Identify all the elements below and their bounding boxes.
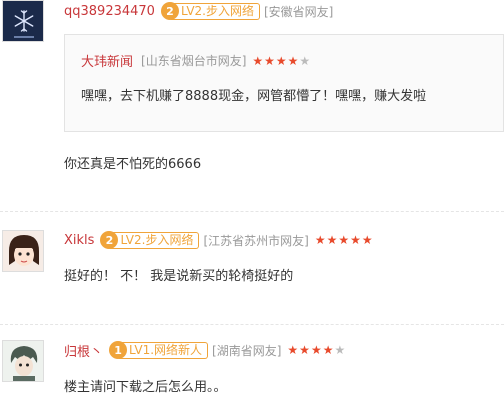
username-link[interactable]: Xikls bbox=[64, 233, 94, 248]
level-label: LV2.步入网络 bbox=[170, 2, 260, 20]
star-empty-icon: ★ bbox=[334, 343, 347, 357]
star-empty-icon: ★ bbox=[299, 53, 312, 68]
location-label: [湖南省网友] bbox=[212, 343, 282, 358]
level-badge: 1 LV1.网络新人 bbox=[109, 341, 209, 359]
rating-stars: ★★★★★ bbox=[315, 233, 374, 247]
quoted-comment: 大玮新闻 [山东省烟台市网友] ★★★★★ 嘿嘿，去下机赚了8888现金，网管都… bbox=[64, 34, 504, 132]
comment-divider bbox=[0, 211, 504, 212]
location-label: [安徽省网友] bbox=[263, 4, 334, 19]
comment-text: 挺好的！ 不！ 我是说新买的轮椅挺好的 bbox=[64, 269, 294, 284]
username-link[interactable]: qq389234470 bbox=[64, 4, 155, 19]
star-icon: ★★★★★ bbox=[314, 233, 374, 247]
anime-boy-icon bbox=[3, 341, 43, 381]
star-icon: ★★★★ bbox=[287, 343, 335, 357]
level-badge: 2 LV2.步入网络 bbox=[100, 231, 200, 249]
quote-location-label: [山东省烟台市网友] bbox=[141, 54, 247, 68]
star-icon: ★★★★ bbox=[252, 53, 300, 68]
username-link[interactable]: 归根丶 bbox=[64, 341, 103, 360]
comment-header: 归根丶 1 LV1.网络新人 [湖南省网友] ★★★★★ bbox=[64, 340, 346, 360]
level-icon: 2 bbox=[160, 2, 179, 20]
avatar[interactable] bbox=[2, 340, 44, 382]
quote-header: 大玮新闻 [山东省烟台市网友] ★★★★★ bbox=[81, 51, 311, 71]
comment-divider bbox=[0, 324, 504, 325]
comment-header: Xikls 2 LV2.步入网络 [江苏省苏州市网友] ★★★★★ bbox=[64, 230, 374, 250]
snowflake-icon bbox=[3, 1, 43, 41]
location-label: [江苏省苏州市网友] bbox=[203, 233, 309, 248]
comment-text: 楼主请问下载之后怎么用。。 bbox=[64, 380, 227, 395]
avatar[interactable] bbox=[2, 0, 44, 42]
level-label: LV2.步入网络 bbox=[110, 231, 200, 249]
rating-stars: ★★★★★ bbox=[287, 343, 346, 357]
comment-text: 你还真是不怕死的6666 bbox=[64, 157, 202, 172]
quote-username-link[interactable]: 大玮新闻 bbox=[81, 51, 133, 70]
quote-text: 嘿嘿，去下机赚了8888现金，网管都懵了！嘿嘿，赚大发啦 bbox=[81, 89, 427, 104]
avatar[interactable] bbox=[2, 230, 44, 272]
rating-stars: ★★★★★ bbox=[252, 54, 311, 68]
cartoon-girl-icon bbox=[3, 231, 43, 271]
level-icon: 1 bbox=[109, 341, 128, 359]
level-badge: 2 LV2.步入网络 bbox=[160, 2, 260, 20]
level-label: LV1.网络新人 bbox=[119, 341, 209, 359]
comment-header: qq389234470 2 LV2.步入网络 [安徽省网友] bbox=[64, 1, 333, 21]
